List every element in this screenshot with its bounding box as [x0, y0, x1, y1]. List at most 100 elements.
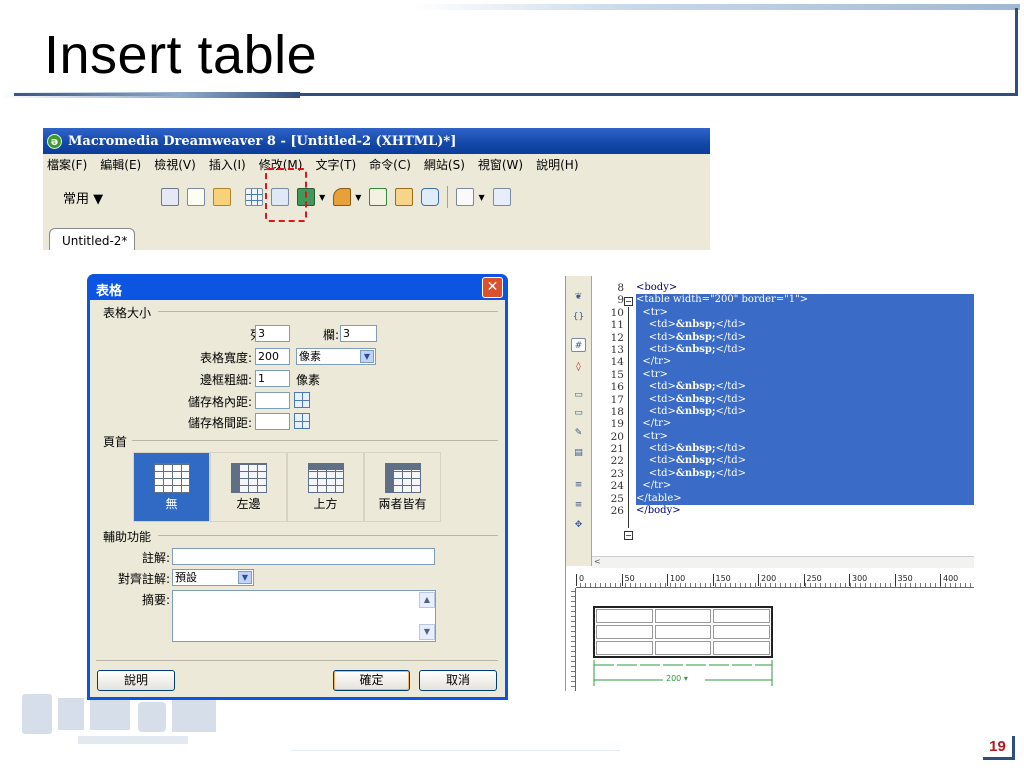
table-cell[interactable] — [713, 641, 770, 655]
code-line[interactable]: <td>&nbsp;</td> — [636, 331, 974, 344]
chevron-down-icon[interactable]: ▼ — [360, 350, 374, 363]
code-view-panel: ❦ {} # ◊ ▭ ▭ ✎ ▤ ≡ ≡ ✥ 8 9 10 11 12 13 14 15 16 1… — [565, 276, 974, 691]
document-tab[interactable]: Untitled-2* — [49, 228, 135, 250]
script-icon[interactable] — [492, 188, 511, 206]
code-line[interactable]: <td>&nbsp;</td> — [636, 343, 974, 357]
line-number-gutter: 8 9 10 11 12 13 14 15 16 17 18 19 20 21 22 23 24 25 26 — [594, 282, 624, 517]
menu-site[interactable]: 網站(S) — [424, 156, 465, 173]
menu-view[interactable]: 檢視(V) — [154, 156, 196, 173]
date-icon[interactable] — [369, 188, 388, 206]
cell-padding-input[interactable] — [255, 392, 290, 409]
header-option-label: 左邊 — [236, 497, 261, 511]
ok-button[interactable]: 確定 — [333, 670, 410, 691]
table-cell[interactable] — [596, 609, 653, 623]
table-cell[interactable] — [654, 625, 712, 639]
menu-window[interactable]: 視窗(W) — [478, 156, 523, 173]
tag-dropdown-arrow-icon[interactable]: ▼ — [478, 193, 484, 202]
table-cell[interactable] — [713, 609, 770, 623]
menu-insert[interactable]: 插入(I) — [209, 156, 246, 173]
code-line[interactable]: <td>&nbsp;</td> — [636, 393, 974, 406]
indent-icon[interactable]: ≡ — [571, 478, 586, 492]
wrap-tag-icon[interactable]: ✎ — [571, 426, 586, 440]
chevron-down-icon[interactable]: ▼ — [238, 571, 252, 584]
vertical-ruler — [566, 588, 576, 691]
code-line[interactable]: <table width="200" border="1"> — [636, 294, 974, 307]
tag-chooser-icon[interactable] — [456, 188, 475, 206]
cell-spacing-input[interactable] — [255, 413, 290, 430]
code-line[interactable]: <td>&nbsp;</td> — [636, 405, 974, 419]
border-input[interactable]: 1 — [255, 370, 290, 387]
open-documents-icon[interactable]: ❦ — [571, 290, 586, 304]
table-cell[interactable] — [654, 609, 712, 623]
summary-textarea[interactable]: ▲ ▼ — [172, 590, 436, 642]
scroll-up-icon[interactable]: ▲ — [419, 592, 435, 608]
line-numbers-icon[interactable]: # — [571, 338, 586, 352]
code-line[interactable]: <td>&nbsp;</td> — [636, 455, 974, 468]
highlight-invalid-icon[interactable]: ◊ — [571, 360, 586, 374]
hyperlink-icon[interactable] — [161, 188, 180, 206]
help-button[interactable]: 說明 — [97, 670, 175, 691]
image-dropdown-arrow-icon[interactable]: ▼ — [319, 193, 325, 202]
code-line[interactable]: </tr> — [636, 418, 974, 431]
comment-icon[interactable] — [395, 188, 414, 206]
code-line[interactable]: <td>&nbsp;</td> — [636, 443, 974, 456]
header-option-label: 無 — [165, 497, 178, 511]
cols-input[interactable]: 3 — [340, 325, 377, 342]
fold-open-icon[interactable]: − — [624, 297, 633, 306]
outdent-icon[interactable]: ≡ — [571, 498, 586, 512]
collapse-tag-icon[interactable]: {} — [571, 310, 586, 324]
dialog-body: 表格大小 列: 3 欄: 3 表格寬度: 200 像素 ▼ 邊框粗細: 1 像素… — [90, 300, 505, 697]
template-icon[interactable] — [421, 188, 440, 206]
code-line[interactable]: <tr> — [636, 368, 974, 382]
code-line[interactable]: </tr> — [636, 356, 974, 369]
insert-category-dropdown[interactable]: 常用 ▼ — [63, 188, 103, 207]
cancel-button[interactable]: 取消 — [419, 670, 497, 691]
fold-open-icon[interactable]: − — [624, 531, 633, 540]
remove-comment-icon[interactable]: ▭ — [571, 406, 586, 420]
caption-input[interactable] — [172, 548, 435, 565]
menu-commands[interactable]: 命令(C) — [369, 156, 411, 173]
table-icon[interactable] — [245, 188, 264, 206]
code-line[interactable]: <tr> — [636, 430, 974, 444]
header-option-both[interactable]: 兩者皆有 — [364, 452, 441, 522]
ruler-mark: 250 — [803, 574, 822, 586]
format-source-icon[interactable]: ✥ — [571, 518, 586, 532]
table-cell[interactable] — [713, 625, 770, 639]
line-number: 24 — [610, 480, 624, 493]
header-option-label: 上方 — [313, 497, 338, 511]
inserted-table[interactable] — [593, 606, 773, 658]
menu-help[interactable]: 說明(H) — [536, 156, 578, 173]
menu-edit[interactable]: 編輯(E) — [100, 156, 141, 173]
width-unit-select[interactable]: 像素 ▼ — [296, 348, 376, 365]
code-line[interactable]: </tr> — [636, 480, 974, 493]
horizontal-scrollbar[interactable]: < — [592, 556, 974, 568]
width-input[interactable]: 200 — [255, 348, 290, 365]
header-option-none[interactable]: 無 — [133, 452, 210, 522]
rows-input[interactable]: 3 — [255, 325, 290, 342]
code-line[interactable]: <tr> — [636, 306, 974, 320]
code-line[interactable]: <td>&nbsp;</td> — [636, 319, 974, 332]
table-cell[interactable] — [654, 641, 712, 655]
header-option-top[interactable]: 上方 — [287, 452, 364, 522]
header-option-left[interactable]: 左邊 — [210, 452, 287, 522]
recent-snippets-icon[interactable]: ▤ — [571, 446, 586, 460]
scroll-down-icon[interactable]: ▼ — [419, 624, 435, 640]
media-icon[interactable] — [333, 188, 352, 206]
apply-comment-icon[interactable]: ▭ — [571, 388, 586, 402]
named-anchor-icon[interactable] — [213, 188, 232, 206]
code-line[interactable]: <td>&nbsp;</td> — [636, 381, 974, 394]
table-cell[interactable] — [596, 625, 653, 639]
code-line[interactable]: </body> — [636, 505, 974, 517]
line-number: 17 — [610, 393, 624, 406]
close-icon[interactable]: ✕ — [482, 277, 503, 298]
media-dropdown-arrow-icon[interactable]: ▼ — [355, 193, 361, 202]
email-link-icon[interactable] — [187, 188, 206, 206]
code-line[interactable]: </table> — [636, 492, 974, 506]
table-cell[interactable] — [596, 641, 653, 655]
code-lines[interactable]: <body> <table width="200" border="1"> <tr… — [636, 282, 974, 517]
align-caption-select[interactable]: 預設 ▼ — [172, 569, 254, 586]
menu-file[interactable]: 檔案(F) — [47, 156, 87, 173]
code-line[interactable]: <body> — [636, 282, 974, 294]
menu-text[interactable]: 文字(T) — [315, 156, 356, 173]
code-line[interactable]: <td>&nbsp;</td> — [636, 467, 974, 481]
